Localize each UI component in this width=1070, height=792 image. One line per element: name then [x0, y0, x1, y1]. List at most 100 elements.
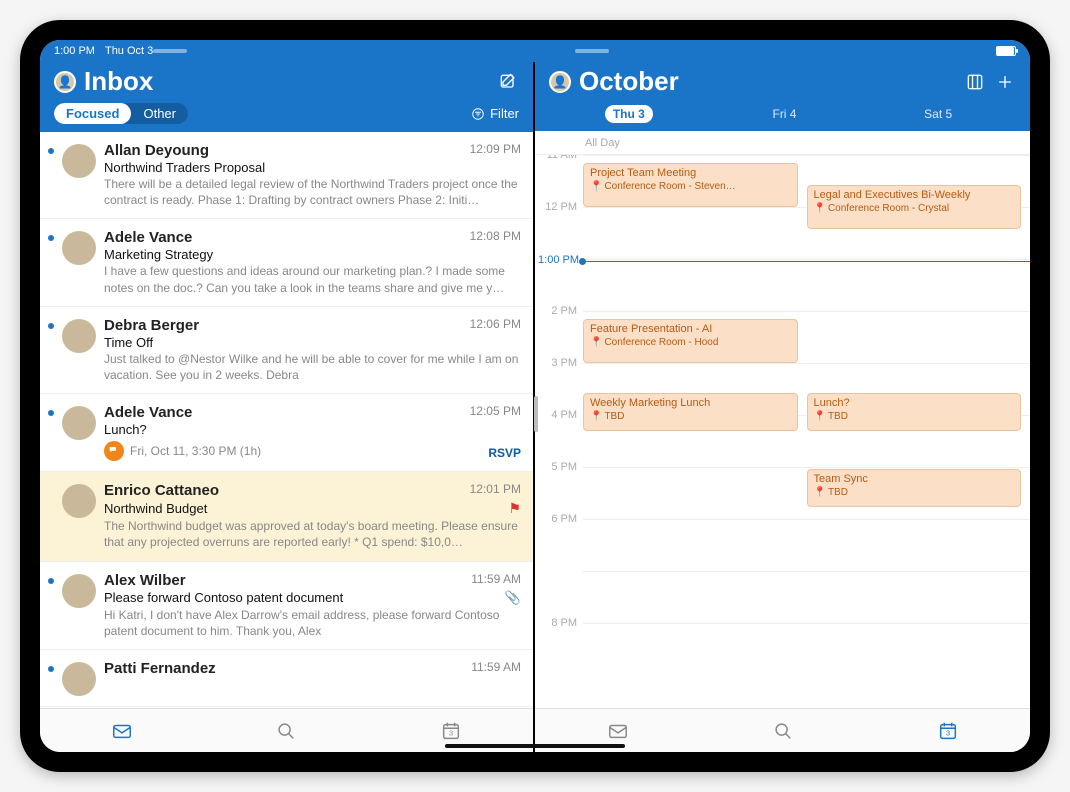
tab-mail-icon-right[interactable]	[605, 718, 631, 744]
unread-indicator	[48, 323, 54, 329]
home-indicator[interactable]	[445, 744, 625, 748]
event-title: Legal and Executives Bi-Weekly	[814, 189, 1015, 202]
unread-indicator	[48, 578, 54, 584]
meeting-time: Fri, Oct 11, 3:30 PM (1h)	[130, 444, 261, 458]
tab-calendar-icon-right[interactable]: 3	[935, 718, 961, 744]
hour-label: 12 PM	[535, 201, 577, 213]
svg-text:3: 3	[449, 728, 453, 737]
event-location: 📍TBD	[814, 487, 1015, 498]
email-row[interactable]: Enrico Cattaneo 12:01 PMNorthwind Budget⚑…	[40, 472, 533, 561]
email-preview: There will be a detailed legal review of…	[104, 176, 521, 208]
tab-mail-icon[interactable]	[109, 718, 135, 744]
event-title: Team Sync	[814, 473, 1015, 486]
calendar-event[interactable]: Lunch?📍TBD	[807, 393, 1022, 431]
email-subject: Northwind Traders Proposal	[104, 160, 521, 175]
email-subject: Marketing Strategy	[104, 247, 521, 262]
sender-avatar	[62, 662, 96, 696]
view-button[interactable]	[964, 71, 986, 93]
add-event-button[interactable]	[994, 71, 1016, 93]
email-row[interactable]: Alex Wilber11:59 AMPlease forward Contos…	[40, 562, 533, 650]
calendar-event[interactable]: Feature Presentation - AI📍Conference Roo…	[583, 319, 798, 363]
sender-avatar	[62, 574, 96, 608]
location-pin-icon: 📍	[814, 203, 826, 214]
battery-icon	[996, 46, 1016, 56]
email-time: 12:05 PM	[470, 404, 521, 421]
unread-indicator	[48, 410, 54, 416]
attachment-icon: 📎	[505, 590, 521, 606]
mail-pane: 👤 Inbox Focused Other Filter Allan De	[40, 62, 535, 752]
location-pin-icon: 📍	[814, 487, 826, 498]
status-time: 1:00 PM	[54, 45, 95, 57]
calendar-title: October	[579, 66, 956, 97]
email-time: 12:08 PM	[470, 229, 521, 246]
calendar-event[interactable]: Legal and Executives Bi-Weekly📍Conferenc…	[807, 185, 1022, 229]
day-selector[interactable]: Thu 3 Fri 4 Sat 5	[549, 105, 1016, 123]
email-row[interactable]: Patti Fernandez11:59 AM	[40, 650, 533, 707]
allday-row: All Day	[535, 131, 1030, 155]
event-location: 📍Conference Room - Steven…	[590, 181, 791, 192]
event-location: 📍Conference Room - Hood	[590, 337, 791, 348]
calendar-grid[interactable]: 11 AM12 PM2 PM3 PM4 PM5 PM6 PM8 PM Proje…	[535, 155, 1030, 708]
email-preview: Just talked to @Nestor Wilke and he will…	[104, 351, 521, 383]
hour-label: 8 PM	[535, 617, 577, 629]
calendar-event[interactable]: Team Sync📍TBD	[807, 469, 1022, 507]
day-tab[interactable]: Fri 4	[764, 105, 804, 123]
sender-name: Adele Vance	[104, 404, 192, 421]
tab-other[interactable]: Other	[131, 103, 188, 124]
event-title: Project Team Meeting	[590, 167, 791, 180]
sender-avatar	[62, 231, 96, 265]
email-preview: I have a few questions and ideas around …	[104, 263, 521, 295]
email-row[interactable]: Debra Berger12:06 PMTime OffJust talked …	[40, 307, 533, 394]
location-pin-icon: 📍	[814, 411, 826, 422]
calendar-event[interactable]: Weekly Marketing Lunch📍TBD	[583, 393, 798, 431]
email-subject: Time Off	[104, 335, 521, 350]
tab-search-icon-right[interactable]	[770, 718, 796, 744]
email-time: 11:59 AM	[471, 660, 521, 677]
focused-other-toggle[interactable]: Focused Other	[54, 103, 188, 124]
multitask-handle-left[interactable]	[153, 49, 187, 53]
email-preview: The Northwind budget was approved at tod…	[104, 518, 521, 550]
unread-indicator	[48, 666, 54, 672]
unread-indicator	[48, 235, 54, 241]
sender-avatar	[62, 406, 96, 440]
sender-name: Allan Deyoung	[104, 142, 209, 159]
tab-search-icon[interactable]	[273, 718, 299, 744]
calendar-header: 👤 October Thu 3 Fri 4 Sat 5	[535, 62, 1030, 131]
status-date: Thu Oct 3	[105, 45, 153, 57]
day-tab[interactable]: Sat 5	[916, 105, 960, 123]
ipad-frame: 1:00 PM Thu Oct 3 👤 Inbox Focused Ot	[20, 20, 1050, 772]
meeting-icon	[104, 441, 124, 461]
filter-button[interactable]: Filter	[471, 106, 519, 121]
event-title: Weekly Marketing Lunch	[590, 397, 791, 410]
mail-header: 👤 Inbox Focused Other Filter	[40, 62, 533, 132]
multitask-handle-right[interactable]	[575, 49, 609, 53]
event-location: 📍TBD	[814, 411, 1015, 422]
split-divider[interactable]	[534, 396, 538, 432]
tab-focused[interactable]: Focused	[54, 103, 131, 124]
email-time: 12:01 PM	[470, 482, 521, 499]
rsvp-button[interactable]: RSVP	[488, 446, 521, 460]
hour-label: 5 PM	[535, 461, 577, 473]
sender-avatar	[62, 144, 96, 178]
tab-calendar-icon[interactable]: 3	[438, 718, 464, 744]
email-row[interactable]: Allan Deyoung 12:09 PMNorthwind Traders P…	[40, 132, 533, 219]
email-row[interactable]: Adele Vance12:05 PMLunch?Fri, Oct 11, 3:…	[40, 394, 533, 472]
sender-avatar	[62, 484, 96, 518]
event-title: Feature Presentation - AI	[590, 323, 791, 336]
day-tab[interactable]: Thu 3	[605, 105, 653, 123]
unread-indicator	[48, 148, 54, 154]
calendar-pane: 👤 October Thu 3 Fri 4 Sat 5 All Day 11 AM1…	[535, 62, 1030, 752]
location-pin-icon: 📍	[590, 411, 602, 422]
account-avatar-cal[interactable]: 👤	[549, 71, 571, 93]
email-subject: Please forward Contoso patent document📎	[104, 590, 521, 606]
email-row[interactable]: Adele Vance12:08 PMMarketing StrategyI h…	[40, 219, 533, 306]
mail-list[interactable]: Allan Deyoung 12:09 PMNorthwind Traders P…	[40, 132, 533, 708]
email-time: 12:09 PM	[470, 142, 521, 159]
email-subject: Northwind Budget⚑	[104, 500, 521, 517]
compose-button[interactable]	[497, 71, 519, 93]
account-avatar[interactable]: 👤	[54, 71, 76, 93]
sender-name: Enrico Cattaneo	[104, 482, 219, 499]
event-location: 📍TBD	[590, 411, 791, 422]
filter-label: Filter	[490, 106, 519, 121]
calendar-event[interactable]: Project Team Meeting📍Conference Room - S…	[583, 163, 798, 207]
